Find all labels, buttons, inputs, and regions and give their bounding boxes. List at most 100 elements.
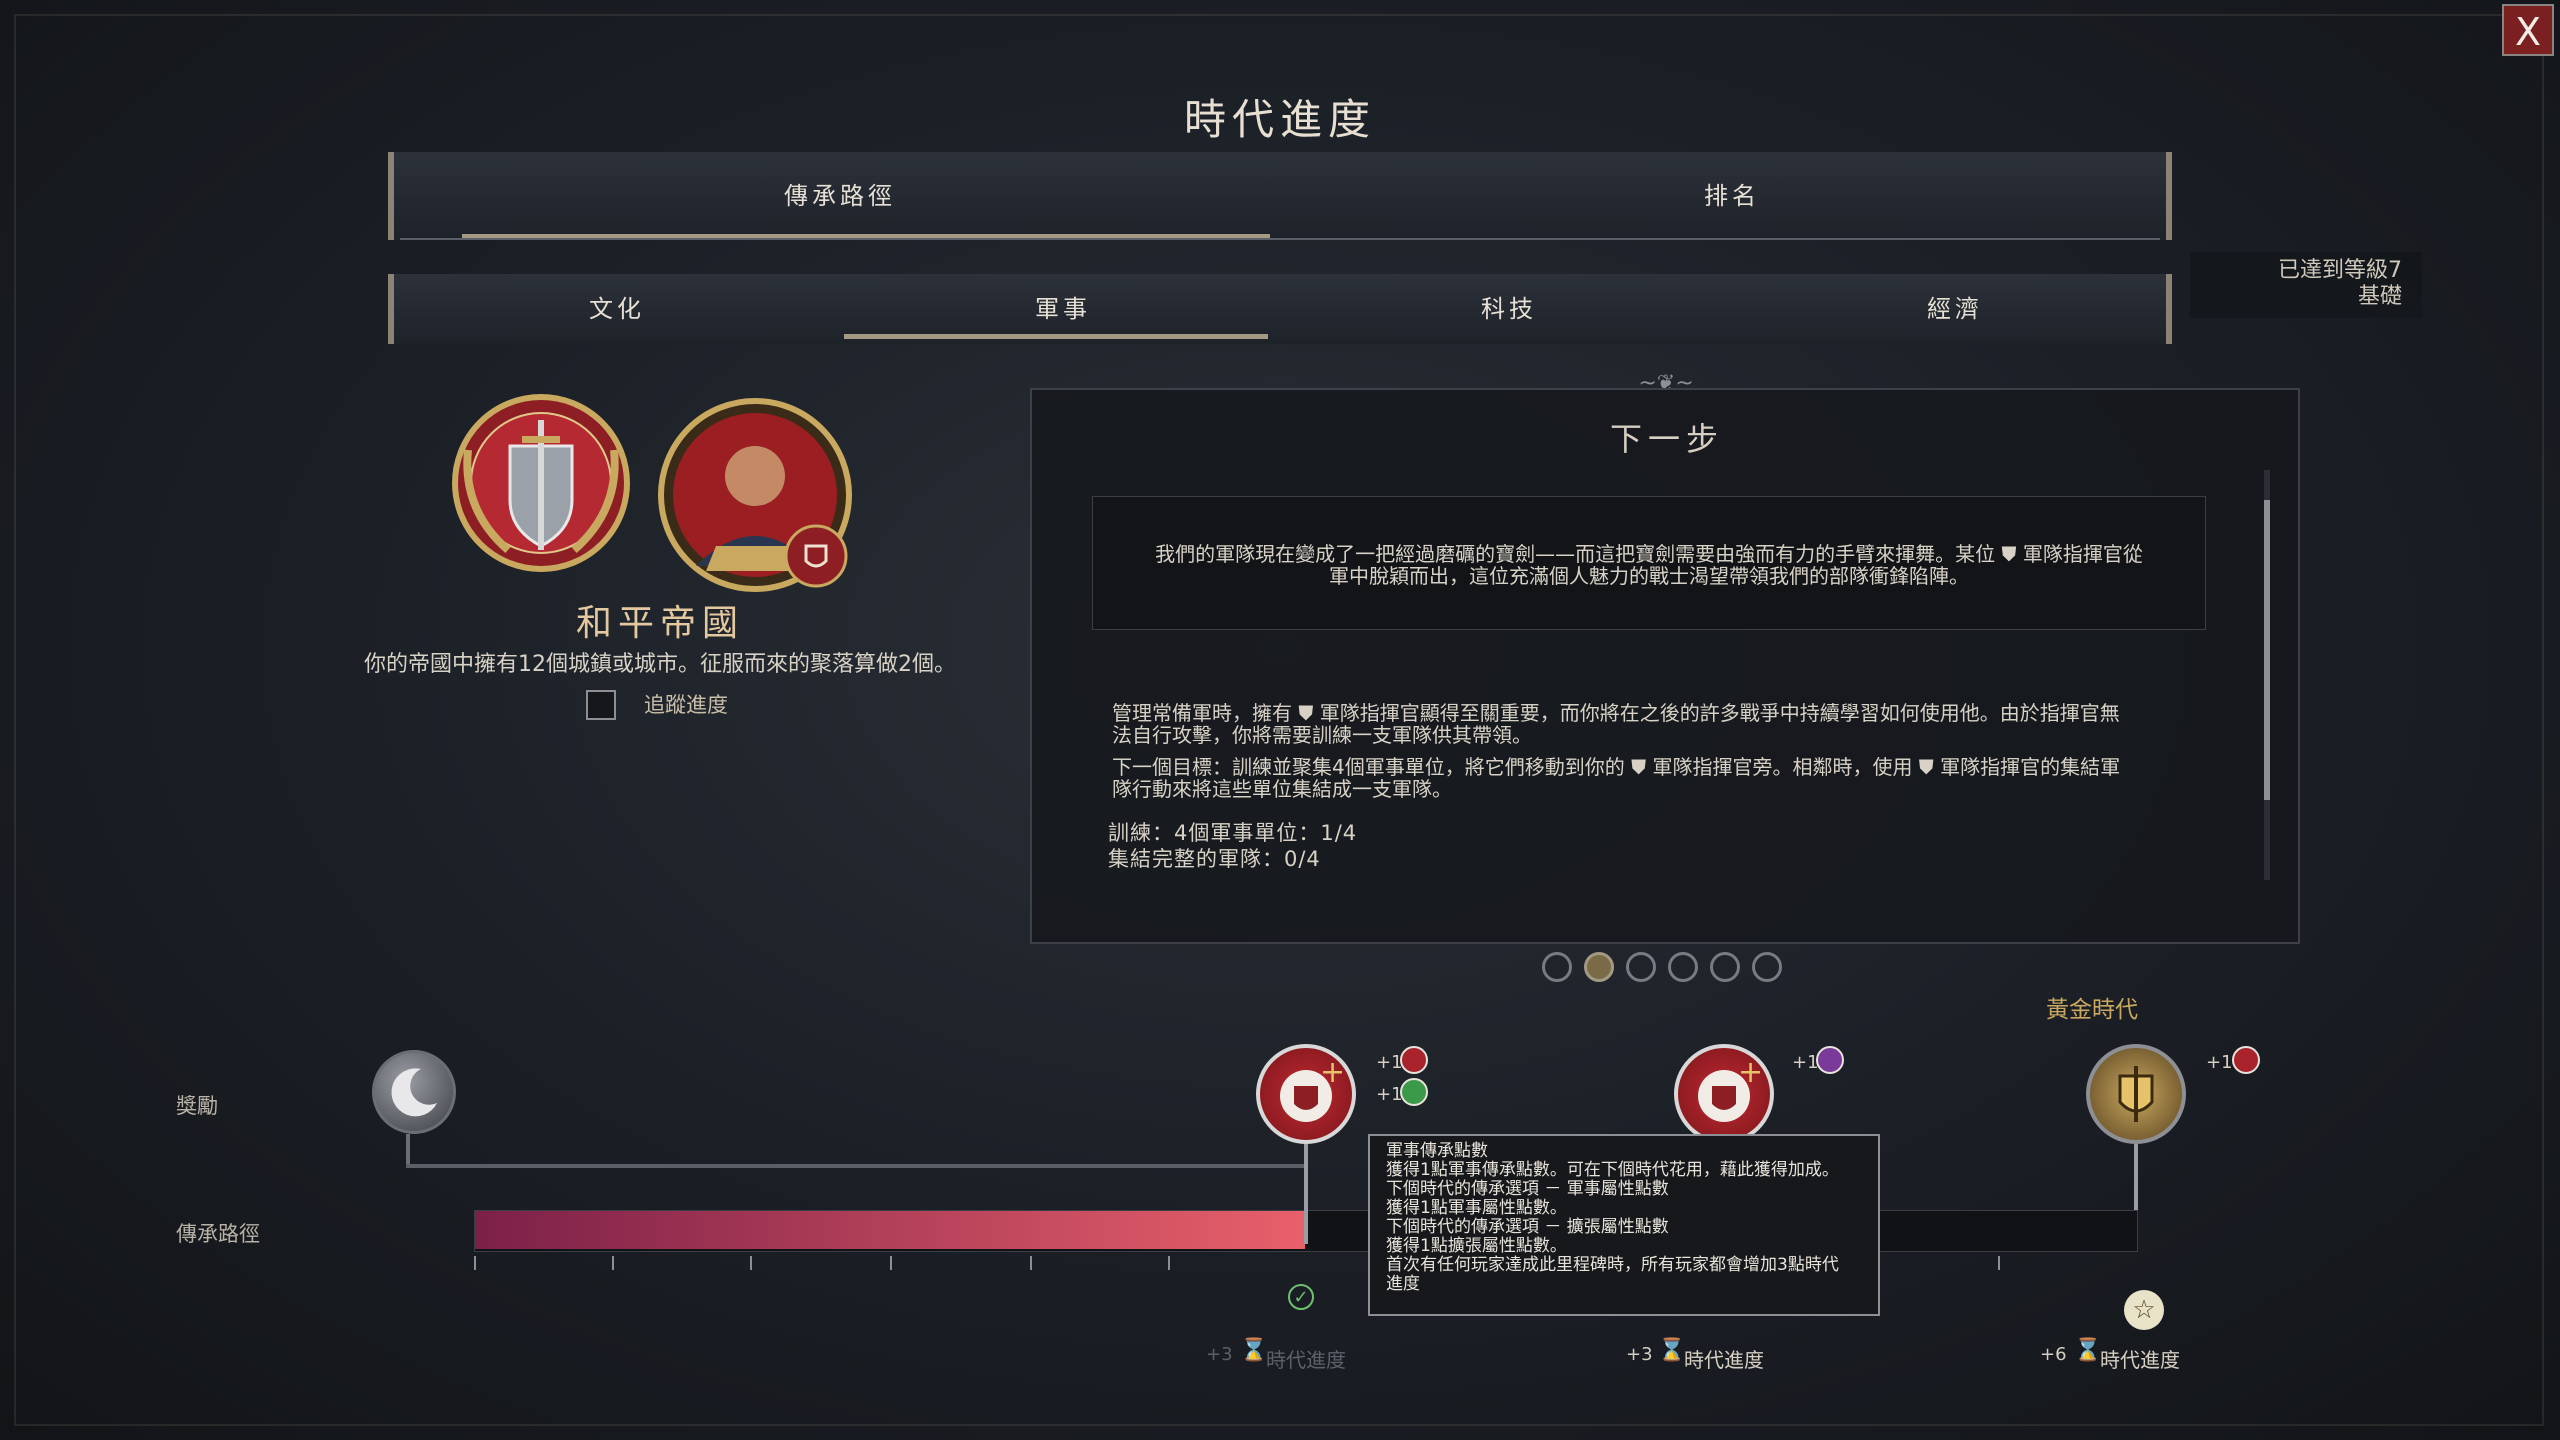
path-row-label: 傳承路徑	[176, 1222, 260, 1246]
page-dot-4[interactable]	[1668, 952, 1698, 982]
tooltip-line-1: 獲得1點軍事傳承點數。可在下個時代花用，藉此獲得加成。	[1386, 1160, 1839, 1180]
progress-tick	[474, 1256, 476, 1270]
page-dot-6[interactable]	[1752, 952, 1782, 982]
svg-text:+: +	[1738, 1055, 1763, 1090]
expansion-attribute-icon	[1400, 1078, 1428, 1106]
guide-paragraph-1: 管理常備軍時，擁有 ⛊ 軍隊指揮官顯得至關重要，而你將在之後的許多戰爭中持續學習…	[1112, 702, 2202, 746]
milestone-2-era-label: 時代進度	[1684, 1348, 1764, 1372]
tooltip-line-4: 下個時代的傳承選項 － 擴張屬性點數	[1386, 1217, 1669, 1237]
tooltip-line-5: 獲得1點擴張屬性點數。	[1386, 1236, 1567, 1256]
guide-p1-line1: 管理常備軍時，擁有 ⛊ 軍隊指揮官顯得至關重要，而你將在之後的許多戰爭中持續學習…	[1112, 701, 2120, 725]
milestone-3-era-value: +6	[2040, 1344, 2067, 1365]
military-attribute-icon	[1400, 1046, 1428, 1074]
golden-shield-icon	[2118, 1066, 2154, 1122]
reward-tooltip: 軍事傳承點數 獲得1點軍事傳承點數。可在下個時代花用，藉此獲得加成。 下個時代的…	[1368, 1134, 1880, 1316]
reward-track-line	[406, 1164, 1306, 1168]
milestone-1-era-label: 時代進度	[1266, 1348, 1346, 1372]
start-connector	[406, 1134, 410, 1166]
hourglass-icon: ⌛	[1658, 1338, 1686, 1363]
golden-age-star-icon: ☆	[2124, 1290, 2164, 1330]
tooltip-title: 軍事傳承點數	[1386, 1141, 1488, 1161]
milestone-1-reward-node[interactable]: +	[1256, 1044, 1356, 1144]
track-progress-label: 追蹤進度	[644, 693, 728, 717]
hourglass-icon: ⌛	[2074, 1338, 2102, 1363]
page-title: 時代進度	[1183, 95, 1376, 144]
track-progress-checkbox[interactable]	[586, 690, 616, 720]
military-attribute-icon	[2232, 1046, 2260, 1074]
tab-ranking-label: 排名	[1704, 182, 1760, 210]
path-description: 你的帝國中擁有12個城鎮或城市。征服而來的聚落算做2個。	[364, 652, 956, 677]
page-dot-5[interactable]	[1710, 952, 1740, 982]
progress-tick	[1998, 1256, 2000, 1270]
milestone-3-reward-a: +1	[2206, 1052, 2233, 1073]
military-path-emblem	[448, 390, 634, 576]
golden-age-reward-node[interactable]	[2086, 1044, 2186, 1144]
commander-portrait	[656, 396, 854, 594]
page-dot-3[interactable]	[1626, 952, 1656, 982]
milestone-2-era-value: +3	[1626, 1344, 1653, 1365]
tab-economy[interactable]: 經濟	[1732, 274, 2178, 344]
level-status-line1: 已達到等級7	[2278, 258, 2402, 283]
tab-military-label: 軍事	[1035, 295, 1091, 323]
milestone-1-reward-a: +1	[1376, 1052, 1403, 1073]
golden-age-label: 黃金時代	[2046, 997, 2138, 1023]
tooltip-line-6: 首次有任何玩家達成此里程碑時，所有玩家都會增加3點時代	[1386, 1255, 1839, 1275]
quote-line-2: 軍中脫穎而出，這位充滿個人魅力的戰士渴望帶領我們的部隊衝鋒陷陣。	[1329, 564, 1969, 588]
tooltip-line-3: 獲得1點軍事屬性點數。	[1386, 1198, 1567, 1218]
sub-tab-active-indicator	[844, 334, 1268, 339]
flavor-quote: 我們的軍隊現在變成了一把經過磨礪的寶劍——而這把寶劍需要由強而有力的手臂來揮舞。…	[1092, 496, 2206, 630]
tab-economy-label: 經濟	[1927, 295, 1983, 323]
progress-tick	[890, 1256, 892, 1270]
moon-icon	[391, 1068, 437, 1117]
military-legacy-icon: +	[1280, 1055, 1345, 1122]
card-scrollbar-thumb[interactable]	[2264, 500, 2270, 800]
quote-line-1: 我們的軍隊現在變成了一把經過磨礪的寶劍——而這把寶劍需要由強而有力的手臂來揮舞。…	[1155, 542, 2143, 566]
progress-tick	[612, 1256, 614, 1270]
objective-1: 訓練：4個軍事單位：1/4	[1108, 821, 1358, 845]
hourglass-icon: ⌛	[1240, 1338, 1268, 1363]
milestone-2-reward-node[interactable]: +	[1674, 1044, 1774, 1144]
milestone-1-reward-b: +1	[1376, 1084, 1403, 1105]
guide-paragraph-2: 下一個目標：訓練並聚集4個軍事單位，將它們移動到你的 ⛊ 軍隊指揮官旁。相鄰時，…	[1112, 756, 2202, 800]
close-button[interactable]: X	[2502, 4, 2554, 56]
guide-p2-line1: 下一個目標：訓練並聚集4個軍事單位，將它們移動到你的 ⛊ 軍隊指揮官旁。相鄰時，…	[1112, 755, 2121, 779]
milestone-1-check-icon: ✓	[1288, 1284, 1314, 1310]
tab-legacy-path-label: 傳承路徑	[784, 182, 896, 210]
top-tab-bar: 傳承路徑 排名	[388, 152, 2172, 240]
laurel-shield-icon	[452, 394, 630, 572]
tab-culture-label: 文化	[589, 295, 645, 323]
tab-legacy-path[interactable]: 傳承路徑	[394, 152, 1286, 240]
guide-p1-line2: 法自行攻擊，你將需要訓練一支軍隊供其帶領。	[1112, 723, 1532, 747]
progress-fill	[475, 1211, 1305, 1249]
level-status: 已達到等級7 基礎	[2190, 252, 2422, 318]
svg-text:+: +	[1320, 1055, 1345, 1090]
tab-science[interactable]: 科技	[1286, 274, 1732, 344]
culture-attribute-icon	[1816, 1046, 1844, 1074]
milestone-2-reward-a: +1	[1792, 1052, 1819, 1073]
page-dot-1[interactable]	[1542, 952, 1572, 982]
milestone-1-era-value: +3	[1206, 1344, 1233, 1365]
level-status-line2: 基礎	[2357, 284, 2402, 309]
tooltip-line-2: 下個時代的傳承選項 － 軍事屬性點數	[1386, 1179, 1669, 1199]
tooltip-line-7: 進度	[1386, 1274, 1420, 1294]
sub-tab-bar: 文化 軍事 科技 經濟	[388, 274, 2172, 344]
path-name: 和平帝國	[575, 603, 744, 644]
era-start-node	[372, 1050, 456, 1134]
milestone-3-era-label: 時代進度	[2100, 1348, 2180, 1372]
progress-tick	[750, 1256, 752, 1270]
tab-science-label: 科技	[1481, 295, 1537, 323]
commander-portrait-icon	[658, 398, 852, 592]
next-step-heading: 下一步	[1609, 420, 1724, 458]
milestone-1-connector	[1304, 1144, 1308, 1244]
top-tab-baseline	[400, 238, 2160, 240]
military-legacy-icon: +	[1698, 1055, 1763, 1122]
page-dot-2[interactable]	[1584, 952, 1614, 982]
progress-tick	[1168, 1256, 1170, 1270]
milestone-3-connector	[2134, 1144, 2138, 1210]
objective-2: 集結完整的軍隊：0/4	[1108, 847, 1321, 871]
tab-culture[interactable]: 文化	[394, 274, 840, 344]
rewards-row-label: 獎勵	[176, 1094, 218, 1118]
guide-p2-line2: 隊行動來將這些單位集結成一支軍隊。	[1112, 777, 1452, 801]
card-scrollbar[interactable]	[2264, 470, 2270, 880]
tab-ranking[interactable]: 排名	[1286, 152, 2178, 240]
